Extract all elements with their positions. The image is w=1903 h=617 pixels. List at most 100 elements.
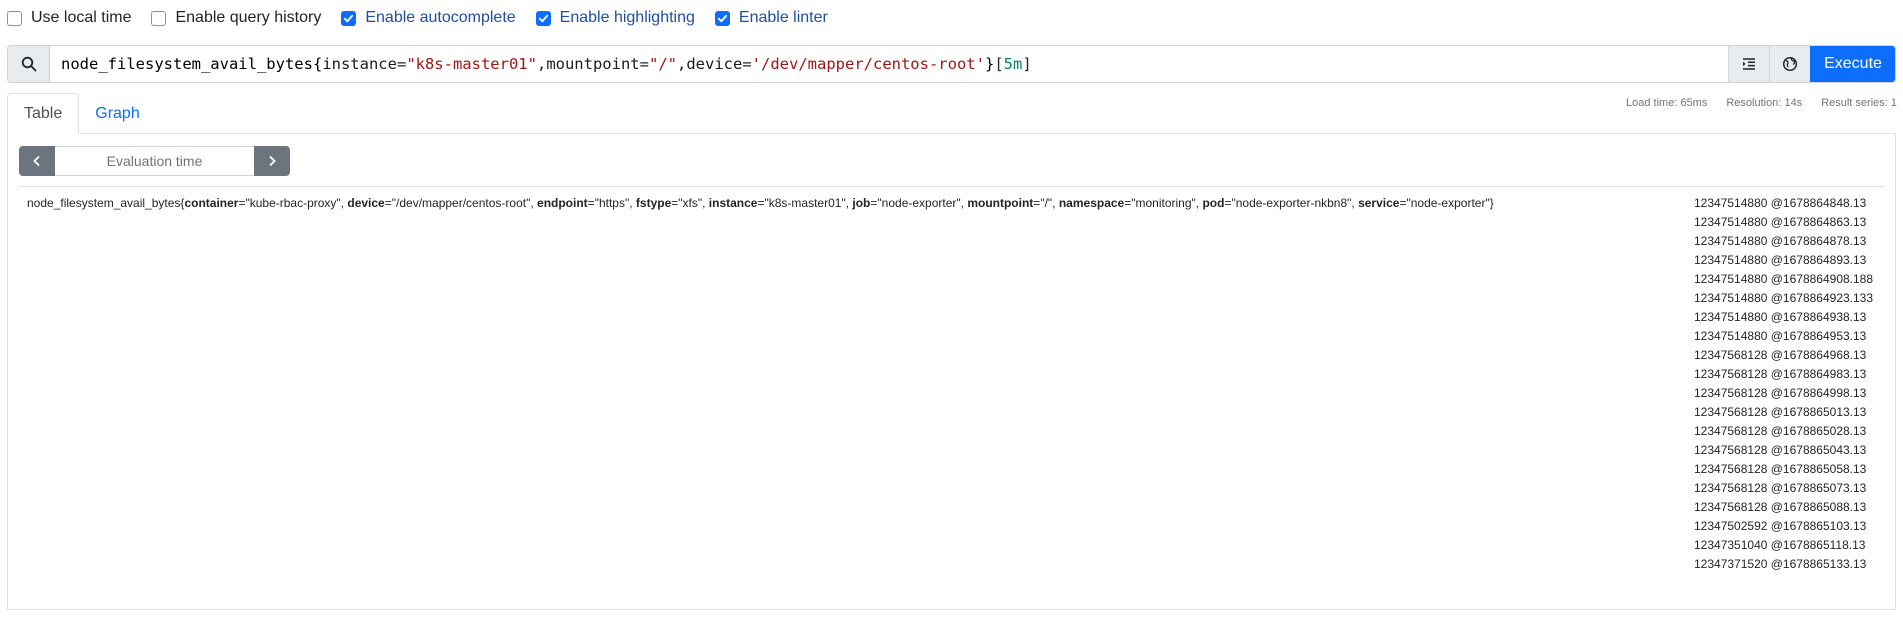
label-key: job — [852, 196, 871, 210]
option-enable-autocomplete[interactable]: Enable autocomplete — [341, 9, 516, 27]
query-close-brace: } — [984, 55, 995, 73]
value-row: 12347568128 @1678865073.13 — [1694, 481, 1867, 495]
query-label-key: mountpoint — [546, 55, 640, 73]
option-label: Enable linter — [738, 9, 828, 26]
check-icon — [717, 14, 727, 22]
label-key: endpoint — [537, 196, 588, 210]
query-label-key: instance — [322, 55, 397, 73]
panel-tabs: Table Graph — [7, 93, 156, 134]
option-label: Enable highlighting — [559, 9, 695, 26]
label-key: namespace — [1058, 196, 1125, 210]
option-use-local-time[interactable]: Use local time — [7, 9, 131, 27]
checkbox-enable-linter[interactable] — [714, 10, 730, 26]
label-value: "monitoring" — [1131, 196, 1196, 210]
table-divider — [19, 186, 1884, 187]
label-value: "node-exporter" — [877, 196, 961, 210]
option-label: Enable query history — [175, 9, 322, 26]
series-values: 12347514880 @1678864848.13 12347514880 @1… — [1694, 196, 1873, 576]
label-value: "kube-rbac-proxy" — [245, 196, 341, 210]
format-expression-button[interactable] — [1728, 46, 1769, 82]
label-eq: = — [587, 196, 595, 210]
value-row: 12347514880 @1678864878.13 — [1694, 234, 1867, 248]
query-range: 5m — [1003, 55, 1023, 73]
previous-time-button[interactable] — [19, 146, 55, 176]
resolution: Resolution: 14s — [1726, 97, 1803, 109]
value-row: 12347514880 @1678864893.13 — [1694, 253, 1867, 267]
value-row: 12347514880 @1678864908.188 — [1694, 272, 1874, 286]
checkbox-enable-autocomplete[interactable] — [341, 10, 357, 26]
label-key: service — [1358, 196, 1400, 210]
tab-graph[interactable]: Graph — [79, 93, 155, 134]
label-key: fstype — [635, 196, 672, 210]
series-metric: node_filesystem_avail_bytes — [27, 196, 181, 210]
query-options: Use local time Enable query history Enab… — [7, 7, 848, 29]
value-row: 12347568128 @1678865043.13 — [1694, 443, 1867, 457]
evaluation-time-group: Evaluation time — [19, 146, 290, 176]
value-row: 12347568128 @1678865088.13 — [1694, 500, 1867, 514]
option-enable-query-history[interactable]: Enable query history — [151, 9, 321, 27]
option-enable-highlighting[interactable]: Enable highlighting — [535, 9, 695, 27]
series-name: node_filesystem_avail_bytes{container="k… — [27, 196, 1494, 210]
search-icon — [21, 56, 36, 72]
value-row: 12347568128 @1678864983.13 — [1694, 367, 1867, 381]
query-range-open: [ — [994, 55, 1004, 73]
query-eq: = — [396, 55, 407, 73]
table-panel: Evaluation time node_filesystem_avail_by… — [7, 133, 1896, 610]
next-time-button[interactable] — [254, 146, 290, 176]
label-separator: , — [702, 196, 709, 210]
value-row: 12347502592 @1678865103.13 — [1694, 519, 1867, 533]
value-row: 12347514880 @1678864863.13 — [1694, 215, 1867, 229]
value-row: 12347568128 @1678864968.13 — [1694, 348, 1867, 362]
checkbox-enable-highlighting[interactable] — [535, 10, 551, 26]
value-row: 12347568128 @1678865058.13 — [1694, 462, 1867, 476]
query-stats: Load time: 65ms Resolution: 14s Result s… — [1626, 97, 1897, 109]
load-time: Load time: 65ms — [1626, 97, 1708, 109]
label-value: "/" — [1040, 196, 1053, 210]
series-labels: container="kube-rbac-proxy", device="/de… — [184, 196, 1489, 210]
label-value: "k8s-master01" — [764, 196, 846, 210]
value-row: 12347568128 @1678865013.13 — [1694, 405, 1867, 419]
label-value: "node-exporter-nkbn8" — [1231, 196, 1352, 210]
label-eq: = — [384, 196, 392, 210]
label-key: container — [184, 196, 239, 210]
label-key: device — [347, 196, 385, 210]
check-icon — [538, 14, 548, 22]
metrics-explorer-button[interactable] — [1769, 46, 1810, 82]
checkbox-enable-query-history[interactable] — [151, 10, 167, 26]
execute-button[interactable]: Execute — [1810, 46, 1895, 82]
option-label: Use local time — [31, 9, 132, 26]
value-row: 12347371520 @1678865133.13 — [1694, 557, 1867, 571]
label-separator: , — [629, 196, 636, 210]
label-key: pod — [1202, 196, 1225, 210]
tab-table[interactable]: Table — [7, 93, 80, 134]
option-enable-linter[interactable]: Enable linter — [714, 9, 828, 27]
value-row: 12347514880 @1678864848.13 — [1694, 196, 1867, 210]
query-bar: node_filesystem_avail_bytes{instance = "k8… — [7, 45, 1896, 83]
checkbox-use-local-time[interactable] — [7, 10, 22, 26]
value-row: 12347568128 @1678864998.13 — [1694, 386, 1867, 400]
value-row: 12347514880 @1678864923.133 — [1694, 291, 1874, 305]
label-value: "xfs" — [678, 196, 703, 210]
value-row: 12347568128 @1678865028.13 — [1694, 424, 1867, 438]
label-eq: = — [757, 196, 765, 210]
chevron-left-icon — [33, 155, 40, 167]
query-open-brace: { — [312, 55, 323, 73]
query-eq: = — [639, 55, 649, 73]
query-comma: , — [676, 55, 687, 73]
evaluation-time-input[interactable]: Evaluation time — [55, 146, 254, 176]
search-icon-box — [8, 46, 50, 82]
label-value: "/dev/mapper/centos-root" — [391, 196, 531, 210]
chevron-right-icon — [269, 155, 276, 167]
value-row: 12347514880 @1678864938.13 — [1694, 310, 1867, 324]
expression-input[interactable]: node_filesystem_avail_bytes{instance = "k8… — [50, 46, 1728, 82]
query-label-value: '/dev/mapper/centos-root' — [751, 55, 985, 73]
result-series: Result series: 1 — [1821, 97, 1897, 109]
query-metric: node_filesystem_avail_bytes — [61, 55, 313, 73]
query-range-close: ] — [1022, 55, 1032, 73]
query-label-key: device — [686, 55, 743, 73]
label-value: "node-exporter" — [1406, 196, 1490, 210]
option-label: Enable autocomplete — [365, 9, 516, 26]
label-separator: , — [1052, 196, 1059, 210]
value-row: 12347351040 @1678865118.13 — [1694, 538, 1866, 552]
query-label-value: "k8s-master01" — [406, 55, 537, 73]
